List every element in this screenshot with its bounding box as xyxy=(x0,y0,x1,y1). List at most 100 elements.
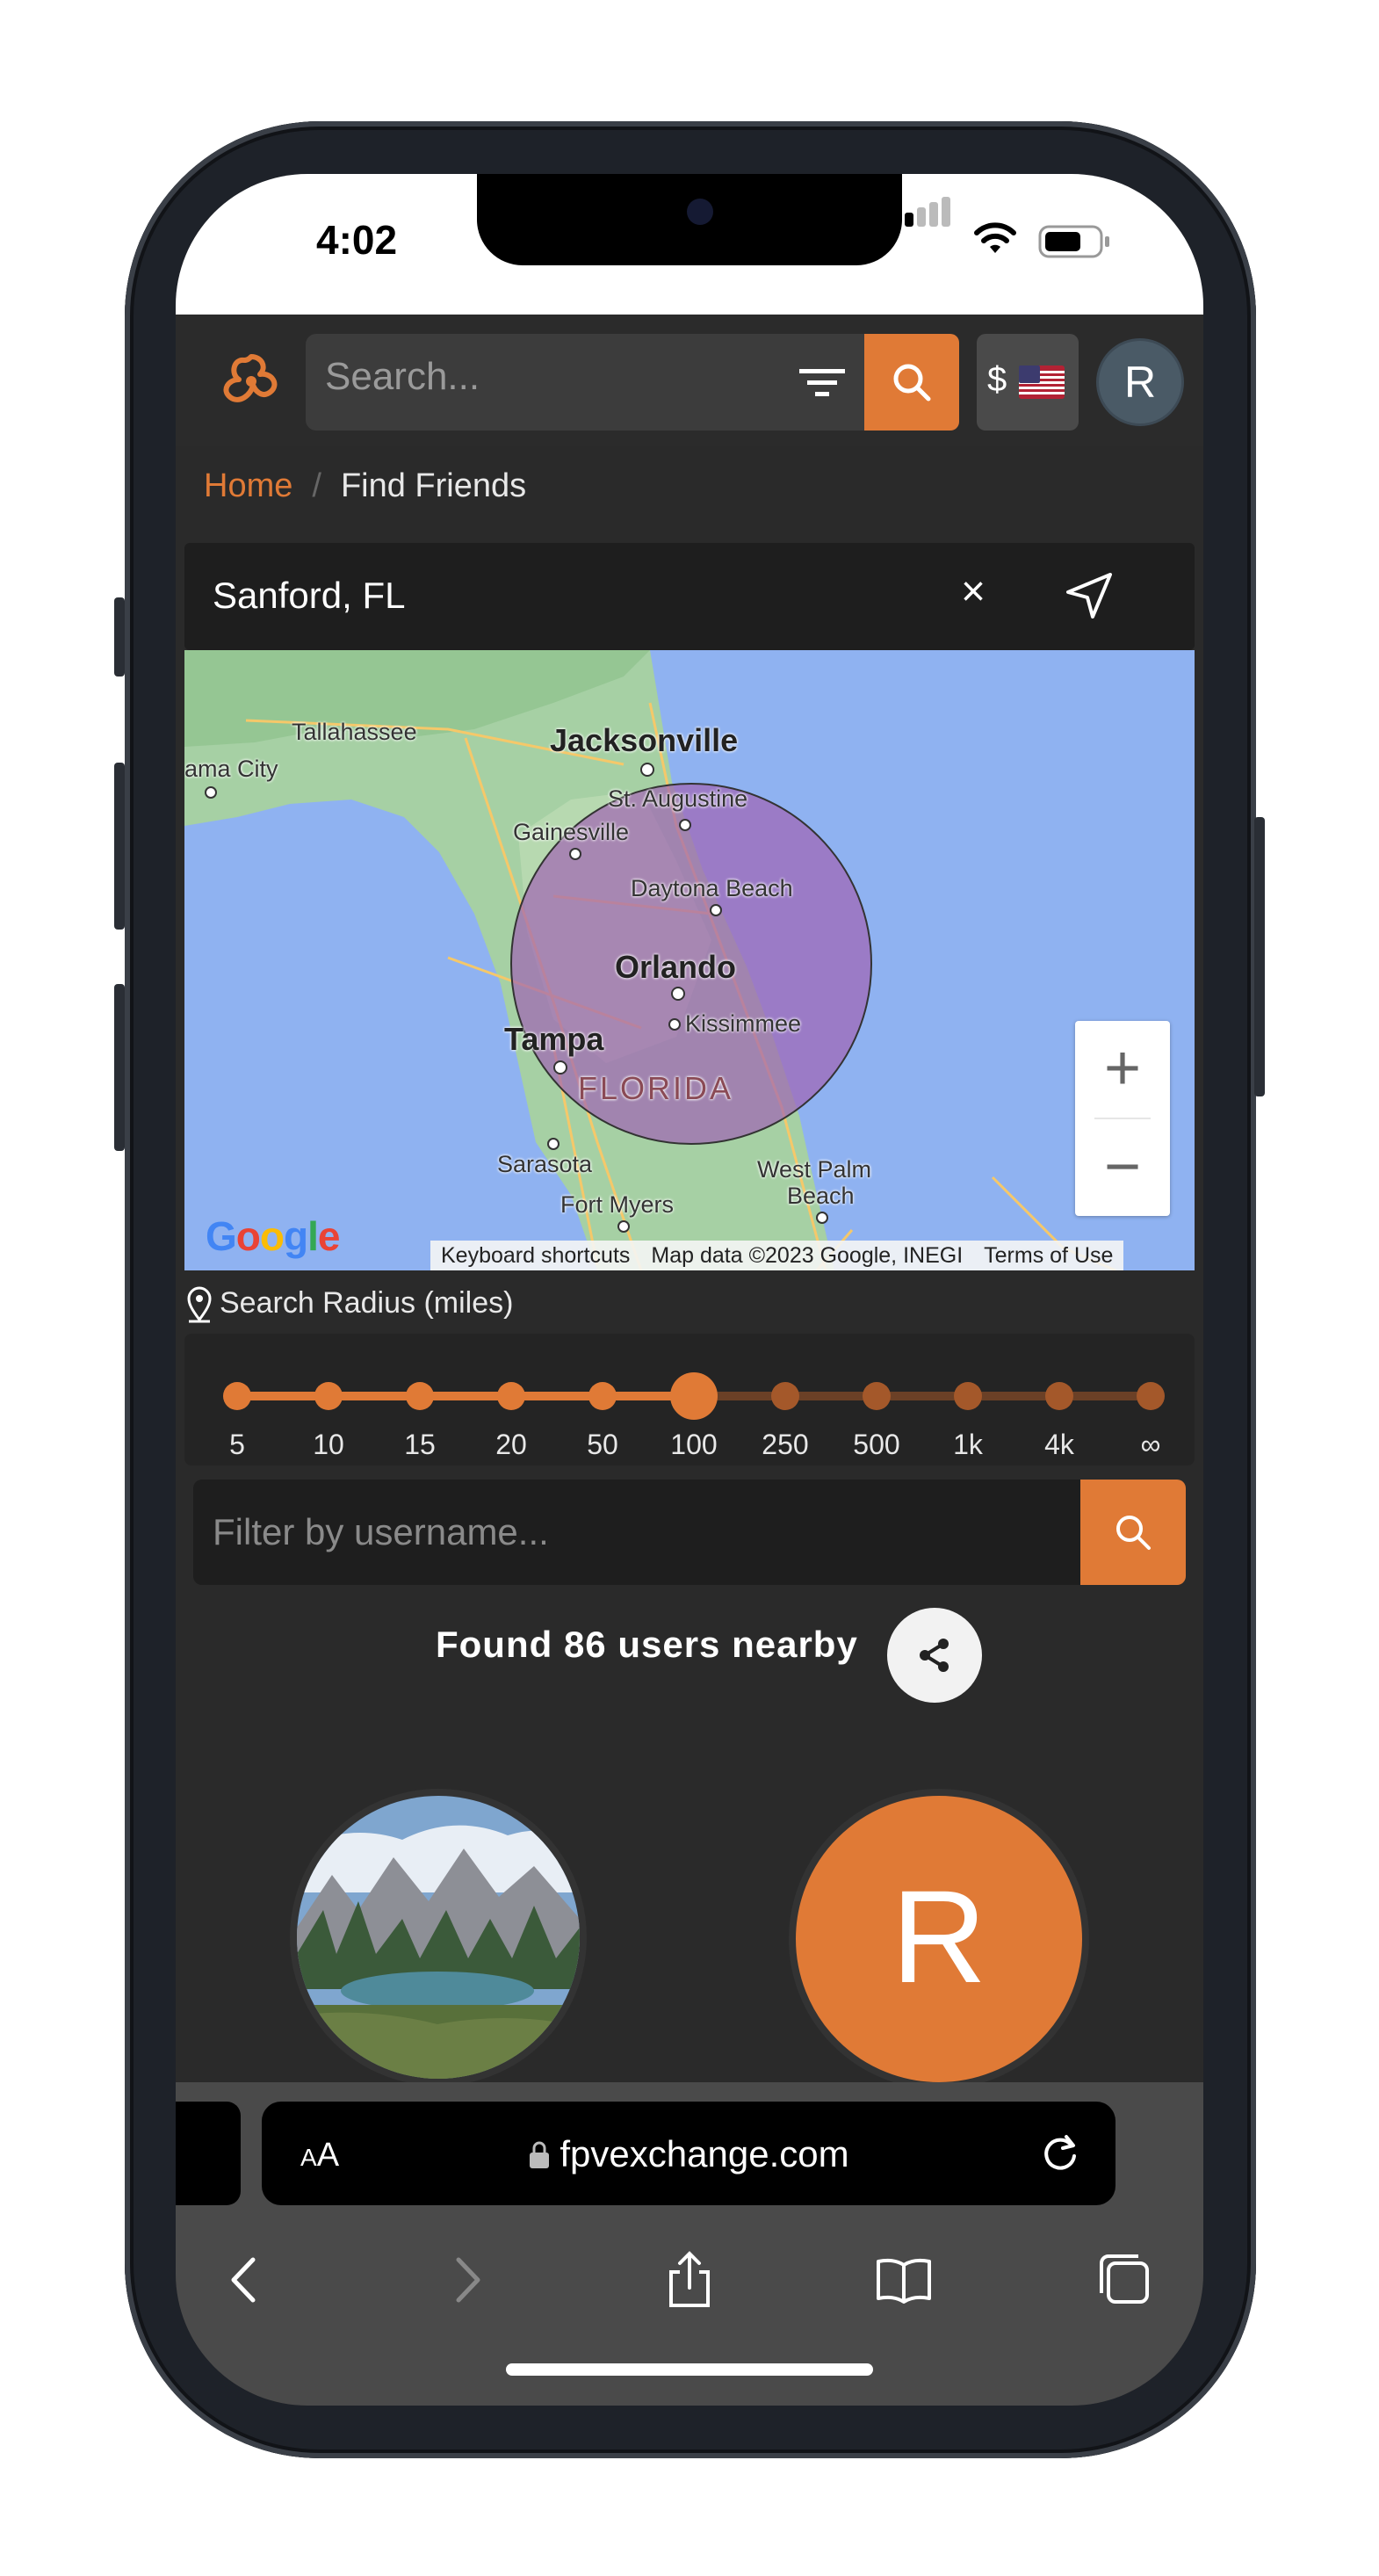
keyboard-shortcuts-link[interactable]: Keyboard shortcuts xyxy=(430,1241,640,1270)
url-field[interactable]: fpvexchange.com xyxy=(262,2133,1115,2175)
search-icon xyxy=(893,364,931,402)
tabs-icon[interactable] xyxy=(1094,2251,1152,2309)
location-field[interactable]: Sanford, FL × xyxy=(184,543,1195,650)
find-friends-page: Home / Find Friends Sanford, FL × Tallah… xyxy=(176,446,1203,2096)
back-icon[interactable] xyxy=(216,2251,274,2309)
map-label-kissimmee: Kissimmee xyxy=(685,1010,802,1037)
slider-tick[interactable] xyxy=(1137,1382,1165,1410)
fpvexchange-logo[interactable] xyxy=(218,348,285,415)
map-label-st-augustine: St. Augustine xyxy=(608,785,748,812)
share-icon[interactable] xyxy=(661,2251,718,2309)
slider-tick-label: 10 xyxy=(313,1429,344,1460)
slider-tick-label: 50 xyxy=(587,1429,618,1460)
bookmarks-icon[interactable] xyxy=(875,2251,933,2309)
user-avatar[interactable]: R xyxy=(1096,338,1184,426)
battery-icon xyxy=(1038,225,1109,258)
user-card-photo-avatar[interactable] xyxy=(290,1789,587,2086)
map-data-text: Map data ©2023 Google, INEGI xyxy=(651,1243,964,1268)
power-button xyxy=(1254,817,1265,1096)
map-label-panama-city: ama City xyxy=(184,756,278,782)
username-filter-input[interactable]: Filter by username... xyxy=(213,1511,549,1553)
location-input[interactable]: Sanford, FL xyxy=(213,575,405,617)
camera xyxy=(687,199,713,225)
map-label-sarasota: Sarasota xyxy=(497,1151,593,1177)
map[interactable]: Tallahassee ama City Jacksonville St. Au… xyxy=(184,650,1195,1270)
url-text: fpvexchange.com xyxy=(560,2133,849,2174)
slider-tick[interactable] xyxy=(954,1382,982,1410)
breadcrumb-separator: / xyxy=(312,467,321,504)
slider-tick[interactable] xyxy=(314,1382,343,1410)
slider-tick[interactable] xyxy=(406,1382,434,1410)
zoom-in-button[interactable]: + xyxy=(1075,1021,1170,1118)
slider-tick-label: 20 xyxy=(495,1429,527,1460)
google-logo: Google xyxy=(206,1213,340,1259)
map-label-beach: Beach xyxy=(787,1183,855,1209)
map-label-tampa: Tampa xyxy=(504,1021,604,1057)
radius-slider[interactable]: 5 10 15 20 50 100 250 500 1k 4k ∞ xyxy=(184,1334,1195,1465)
volume-up-button xyxy=(114,763,125,930)
slider-thumb[interactable] xyxy=(670,1372,718,1420)
currency-symbol: $ xyxy=(987,360,1007,399)
search-icon xyxy=(1116,1516,1151,1550)
slider-tick[interactable] xyxy=(588,1382,617,1410)
home-indicator xyxy=(506,2363,873,2376)
slider-tick-label: 100 xyxy=(670,1429,718,1460)
map-attribution: Keyboard shortcuts Map data ©2023 Google… xyxy=(430,1241,1124,1270)
slider-tick-label: 4k xyxy=(1044,1429,1074,1460)
slider-tick[interactable] xyxy=(1045,1382,1073,1410)
slider-tick[interactable] xyxy=(223,1382,251,1410)
search-input[interactable]: Search... xyxy=(325,355,480,399)
screen: 4:02 Search... $ R Home / Find Friends S… xyxy=(176,174,1203,2406)
terms-of-use-link[interactable]: Terms of Use xyxy=(973,1241,1123,1270)
breadcrumb-current: Find Friends xyxy=(340,467,527,504)
breadcrumb-home-link[interactable]: Home xyxy=(204,467,292,504)
slider-tick-label: 250 xyxy=(762,1429,809,1460)
map-label-west-palm: West Palm xyxy=(757,1156,872,1183)
volume-down-button xyxy=(114,984,125,1151)
us-flag-icon xyxy=(1019,365,1065,399)
search-field[interactable]: Search... xyxy=(306,334,866,431)
slider-tick[interactable] xyxy=(771,1382,799,1410)
search-radius-title: Search Radius (miles) xyxy=(220,1286,514,1320)
current-location-icon[interactable] xyxy=(1063,569,1115,622)
address-bar[interactable]: AAAA fpvexchange.com xyxy=(262,2102,1115,2205)
slider-tick-label: 1k xyxy=(953,1429,983,1460)
browser-toolbar: AAAA fpvexchange.com xyxy=(176,2082,1203,2406)
landscape-photo xyxy=(297,1796,580,2079)
slider-tick[interactable] xyxy=(497,1382,525,1410)
share-icon xyxy=(920,1639,949,1672)
slider-fill xyxy=(237,1392,694,1400)
status-time: 4:02 xyxy=(316,217,398,263)
user-card-letter-avatar[interactable]: R xyxy=(789,1789,1089,2089)
reload-icon[interactable] xyxy=(1040,2133,1080,2174)
search-button[interactable] xyxy=(864,334,959,431)
filter-icon[interactable] xyxy=(799,367,845,399)
slider-tick-label: 5 xyxy=(229,1429,245,1460)
previous-tab-preview[interactable] xyxy=(176,2102,241,2205)
username-filter-field[interactable]: Filter by username... xyxy=(193,1480,1098,1585)
map-label-orlando: Orlando xyxy=(615,949,737,985)
map-zoom-control: + − xyxy=(1075,1021,1170,1216)
results-count: Found 86 users nearby xyxy=(436,1624,858,1665)
map-label-gainesville: Gainesville xyxy=(513,819,630,845)
app-header: Search... $ R xyxy=(176,315,1203,446)
slider-tick-label: 15 xyxy=(404,1429,436,1460)
map-label-fort-myers: Fort Myers xyxy=(560,1191,675,1218)
clear-location-icon[interactable]: × xyxy=(961,568,986,616)
slider-tick-label: 500 xyxy=(853,1429,900,1460)
lock-icon xyxy=(530,2141,550,2168)
status-bar: 4:02 xyxy=(176,174,1203,315)
forward-icon[interactable] xyxy=(437,2251,495,2309)
zoom-out-button[interactable]: − xyxy=(1075,1119,1170,1216)
map-label-jacksonville: Jacksonville xyxy=(550,722,739,758)
map-label-tallahassee: Tallahassee xyxy=(292,719,417,745)
slider-tick[interactable] xyxy=(863,1382,891,1410)
map-label-daytona-beach: Daytona Beach xyxy=(631,875,793,901)
location-pin-icon xyxy=(187,1286,212,1323)
currency-selector[interactable]: $ xyxy=(977,334,1079,431)
mute-switch xyxy=(114,597,125,677)
slider-tick-label: ∞ xyxy=(1140,1429,1161,1460)
breadcrumb: Home / Find Friends xyxy=(204,467,526,505)
username-search-button[interactable] xyxy=(1080,1480,1186,1585)
share-button[interactable] xyxy=(887,1608,982,1703)
